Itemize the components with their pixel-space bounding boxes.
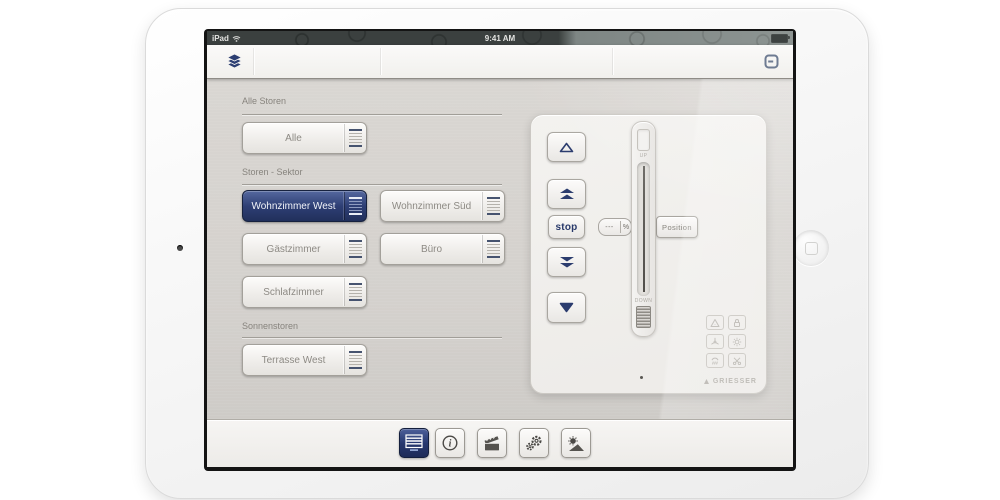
blinds-icon [344,278,366,306]
griesser-logo-text: GRIESSER [713,378,757,385]
ipad-device: iPad 9:41 AM All [145,8,869,499]
carrier-label: iPad [212,34,229,43]
button-terrasse-west[interactable]: Terrasse West [242,344,367,376]
tab-blinds[interactable] [399,428,429,458]
down-button[interactable] [547,292,586,323]
slider-top-slot [637,129,650,151]
header-divider [253,48,254,75]
header-divider [380,48,381,75]
blinds-icon [482,235,504,263]
section-rule [242,184,502,185]
slider-handle[interactable] [636,306,651,328]
griesser-logo-mark [703,378,710,385]
button-label: Wohnzimmer Süd [381,201,482,212]
position-slider[interactable]: UP DOWN [631,121,656,337]
section-label-alle-storen: Alle Storen [242,96,286,106]
wifi-icon [232,35,241,42]
status-time: 9:41 AM [207,34,793,43]
scissors-icon [728,353,746,368]
battery-icon [771,34,788,43]
up-button[interactable] [547,132,586,162]
step-down-button[interactable] [547,247,586,277]
app-logo-icon[interactable] [764,54,779,69]
up-triangle-icon [559,142,574,153]
control-panel: stop --- % Position [530,114,767,394]
button-label: Alle [243,133,344,144]
tab-settings[interactable] [519,428,549,458]
gears-icon [525,434,543,452]
section-rule [242,114,502,115]
stop-label: stop [556,222,578,233]
button-wohnzimmer-west[interactable]: Wohnzimmer West [242,190,367,222]
percent-field: --- % [598,218,632,236]
button-alle[interactable]: Alle [242,122,367,154]
button-gaestzimmer[interactable]: Gästzimmer [242,233,367,265]
button-wohnzimmer-sued[interactable]: Wohnzimmer Süd [380,190,505,222]
main-content: Alle Storen Alle Storen - Sektor Wohnzim… [207,79,793,419]
position-label: Position [662,223,692,232]
home-button[interactable] [793,230,829,266]
lock-icon [728,315,746,330]
griesser-logo: GRIESSER [703,378,757,385]
blinds-icon [482,192,504,220]
button-label: Gästzimmer [243,244,344,255]
clapperboard-icon [483,435,501,452]
step-up-button[interactable] [547,179,586,209]
rain-icon [706,353,724,368]
tab-weather[interactable] [561,428,591,458]
tab-bar: i [207,419,793,467]
blinds-icon [344,346,366,374]
sun-icon [728,334,746,349]
double-chevron-up-icon [559,188,575,200]
section-rule [242,337,502,338]
camera-dot [177,245,183,251]
down-triangle-icon [559,302,574,313]
app: iPad 9:41 AM All [207,31,793,467]
page-indicator-dot [640,376,643,379]
app-header [207,45,793,79]
tab-scenes[interactable] [477,428,507,458]
home-button-icon [805,242,818,255]
blinds-icon [344,235,366,263]
button-label: Terrasse West [243,355,344,366]
status-icon-grid [706,315,746,368]
slider-down-label: DOWN [635,298,652,304]
button-label: Wohnzimmer West [243,201,344,212]
position-button[interactable]: Position [656,216,698,238]
slider-up-label: UP [640,153,648,159]
button-schlafzimmer[interactable]: Schlafzimmer [242,276,367,308]
carrier-area: iPad [212,34,241,43]
blinds-tab-icon [405,434,423,452]
button-label: Schlafzimmer [243,287,344,298]
header-divider [612,48,613,75]
percent-value: --- [599,224,620,231]
button-buero[interactable]: Büro [380,233,505,265]
layers-icon[interactable] [226,53,243,69]
status-bar: iPad 9:41 AM [207,31,793,45]
slider-track[interactable] [637,162,650,296]
svg-text:i: i [449,439,452,450]
percent-unit: % [621,224,631,231]
blinds-icon [344,124,366,152]
fan-icon [706,334,724,349]
warning-icon [706,315,724,330]
screen: iPad 9:41 AM All [204,29,796,471]
sun-landscape-icon [567,435,585,452]
button-label: Büro [381,244,482,255]
section-label-storen-sektor: Storen - Sektor [242,167,303,177]
section-label-sonnenstoren: Sonnenstoren [242,321,298,331]
info-icon: i [441,434,459,452]
stop-button[interactable]: stop [548,215,585,239]
blinds-icon [344,192,366,220]
double-chevron-down-icon [559,256,575,268]
tab-info[interactable]: i [435,428,465,458]
